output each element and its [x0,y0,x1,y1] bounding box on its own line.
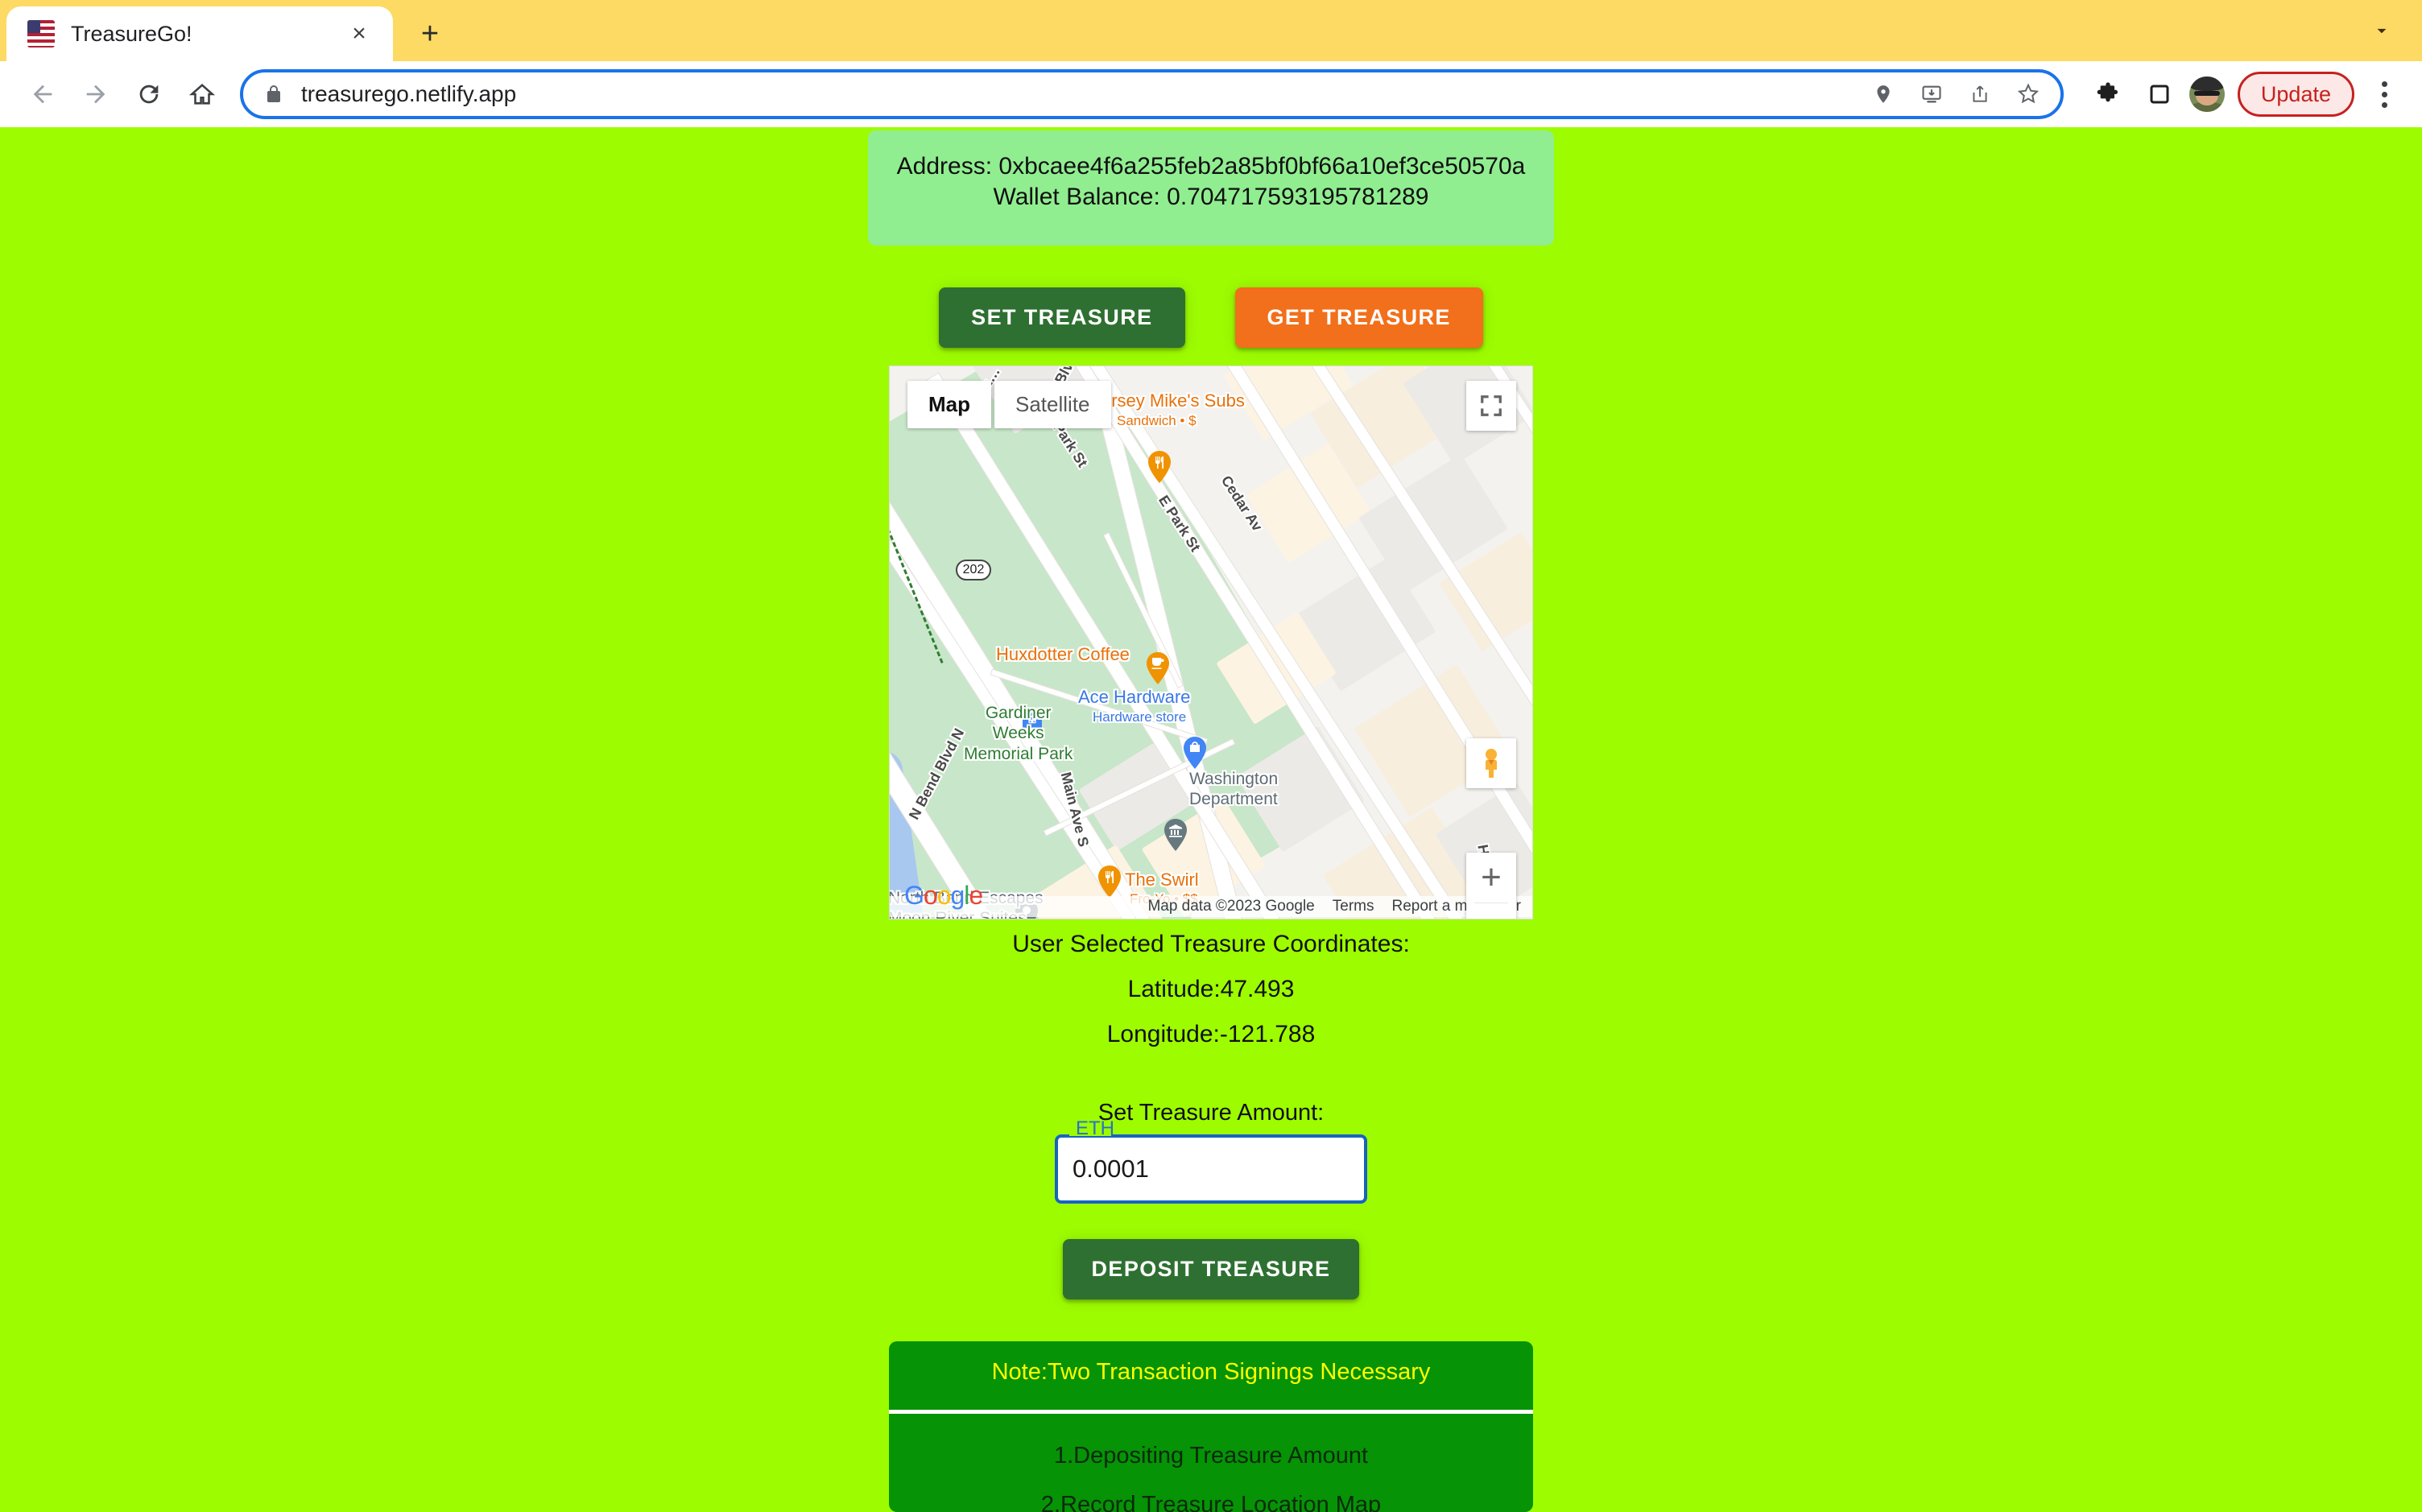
reload-icon[interactable] [124,69,174,119]
note-step-item: 1.Depositing Treasure Amount [1053,1443,1369,1469]
update-button[interactable]: Update [2237,72,2354,117]
map-terms-link[interactable]: Terms [1333,898,1374,915]
us-flag-favicon [27,20,55,48]
forward-arrow-icon[interactable] [71,69,121,119]
coordinate-longitude: Longitude:-121.788 [1106,1021,1316,1048]
selected-coordinates: User Selected Treasure Coordinates: Lati… [1012,931,1410,1048]
logo-letter: o [923,881,938,911]
map-data-credit: Map data ©2023 Google [1147,898,1315,915]
install-app-icon[interactable] [1911,73,1953,115]
google-logo: Google [904,881,983,911]
fullscreen-icon[interactable] [1466,380,1516,431]
home-icon[interactable] [177,69,227,119]
coordinate-latitude: Latitude:47.493 [1127,976,1295,1003]
close-icon[interactable]: × [343,18,375,50]
treasure-amount-label: Set Treasure Amount: [1097,1100,1325,1126]
route-number: 202 [962,562,985,576]
map-type-map-button[interactable]: Map [907,380,991,428]
three-dot-menu-icon[interactable] [2364,72,2404,117]
tab-title: TreasureGo! [71,21,192,46]
deposit-treasure-button[interactable]: DEPOSIT TREASURE [1062,1239,1360,1300]
chevron-down-icon[interactable] [2362,11,2401,50]
location-pin-icon[interactable] [1862,73,1904,115]
lock-icon[interactable] [264,84,285,105]
map-canvas[interactable]: 202 Ta… … Blv Jersey Mike's Subs Sandwic… [890,366,1532,919]
zoom-in-button[interactable]: + [1466,853,1516,903]
map-type-control: Map Satellite [907,380,1111,428]
map-zoom-control: + − [1466,852,1516,919]
street-view-pegman-icon[interactable] [1466,737,1516,788]
back-arrow-icon[interactable] [18,69,68,119]
note-steps-list: 1.Depositing Treasure Amount 2.Record Tr… [889,1414,1533,1512]
coordinates-title: User Selected Treasure Coordinates: [1012,931,1410,958]
address-bar-url[interactable]: treasurego.netlify.app [301,81,1862,107]
tab-strip: TreasureGo! × + [0,0,2422,61]
bus-stop-icon[interactable] [1023,710,1042,730]
browser-chrome: TreasureGo! × + treasurego.netlify.app U… [0,0,2422,127]
bookmark-star-icon[interactable] [2007,73,2049,115]
logo-letter: e [969,881,983,911]
new-tab-button[interactable]: + [407,11,453,56]
map-type-satellite-button[interactable]: Satellite [994,380,1111,428]
note-heading: Note:Two Transaction Signings Necessary [991,1359,1431,1386]
treasure-amount-field[interactable]: ETH [1055,1119,1367,1204]
side-panel-icon[interactable] [2138,72,2181,116]
wallet-info-card: Address: 0xbcaee4f6a255feb2a85bf0bf66a10… [868,130,1554,246]
set-treasure-button[interactable]: SET TREASURE [939,287,1185,348]
logo-letter: g [950,881,965,911]
profile-avatar[interactable] [2188,76,2225,112]
wallet-balance: Wallet Balance: 0.704717593195781289 [993,184,1429,211]
note-step-item: 2.Record Treasure Location Map [1040,1492,1382,1512]
route-shield-202: 202 [956,559,991,580]
transaction-note-box: Note:Two Transaction Signings Necessary … [889,1341,1533,1512]
browser-tab[interactable]: TreasureGo! × [6,6,393,61]
page-content: Address: 0xbcaee4f6a255feb2a85bf0bf66a10… [0,127,2422,1512]
puzzle-icon[interactable] [2086,72,2130,116]
zoom-out-button[interactable]: − [1466,903,1516,919]
logo-letter: G [904,881,924,911]
share-icon[interactable] [1959,73,2001,115]
treasure-action-buttons: SET TREASURE GET TREASURE [939,287,1483,348]
logo-letter: o [936,881,952,911]
wallet-address: Address: 0xbcaee4f6a255feb2a85bf0bf66a10… [896,153,1526,180]
map-attribution-bar: Map data ©2023 Google Terms Report a map… [890,896,1532,918]
google-map[interactable]: 202 Ta… … Blv Jersey Mike's Subs Sandwic… [889,365,1533,920]
browser-toolbar: treasurego.netlify.app Update [0,61,2422,127]
treasure-amount-input[interactable] [1073,1134,1358,1204]
address-bar[interactable]: treasurego.netlify.app [240,69,2064,119]
get-treasure-button[interactable]: GET TREASURE [1234,287,1483,348]
